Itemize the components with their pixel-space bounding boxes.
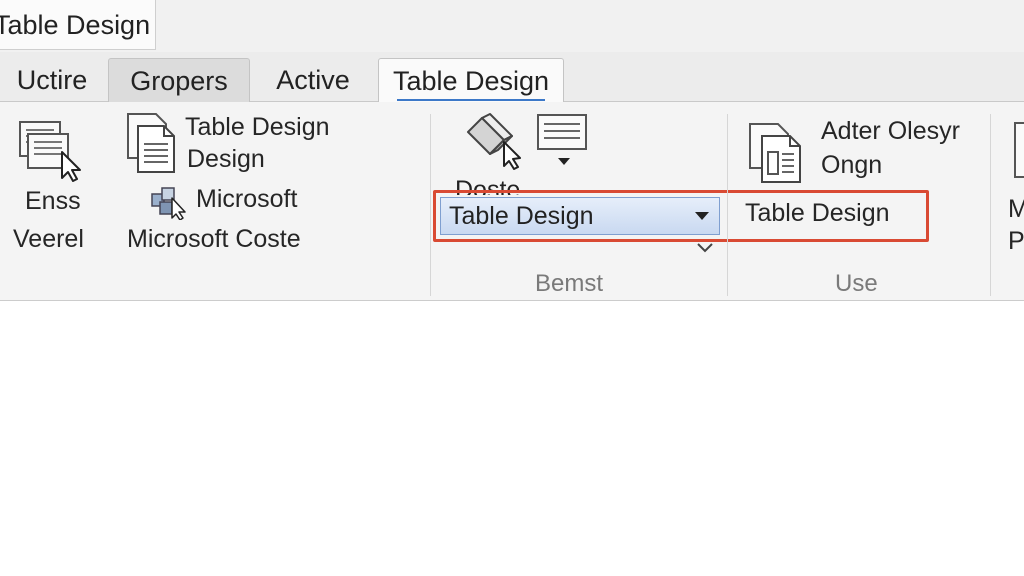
tab-uctire[interactable]: Uctire — [0, 58, 104, 102]
design-label: Design — [187, 145, 265, 173]
ribbon-tab-row: Uctire Gropers Active Table Design — [0, 52, 1024, 103]
microsoft-coste-button[interactable]: Microsoft Coste — [127, 224, 301, 254]
eraser-cursor-icon[interactable] — [464, 112, 524, 170]
adter-olesyr-label: Adter Olesyr — [821, 117, 960, 145]
ribbon: Enss Veerel Table Design Design Microsof… — [0, 102, 1024, 301]
ongn-label: Ongn — [821, 151, 883, 179]
microsoft-label: Microsoft — [196, 185, 298, 213]
document-canvas[interactable] — [0, 301, 1024, 576]
group-divider — [430, 114, 431, 296]
active-tab-indicator — [397, 99, 545, 101]
group-divider — [990, 114, 991, 296]
list-icon — [537, 114, 587, 150]
tab-gropers[interactable]: Gropers — [108, 58, 250, 102]
puzzle-cursor-icon — [151, 187, 186, 220]
edge-label-1: M — [1008, 195, 1024, 223]
group-label-use: Use — [835, 270, 878, 297]
veerel-label: Veerel — [13, 225, 84, 253]
document-icon — [1014, 122, 1024, 178]
caret-down-icon — [558, 158, 570, 165]
group-divider — [727, 114, 728, 296]
highlight-annotation — [433, 190, 929, 242]
documents-icon — [749, 123, 801, 183]
title-bar: Table Design — [0, 0, 1024, 53]
tab-active[interactable]: Active — [256, 58, 370, 102]
tab-table-design-label: Table Design — [392, 66, 550, 96]
document-cursor-icon — [19, 121, 81, 182]
table-design-label: Table Design — [185, 113, 330, 141]
documents-icon — [127, 113, 175, 173]
enss-label: Enss — [25, 187, 81, 215]
group-label-bemst: Bemst — [535, 270, 604, 297]
tab-table-design[interactable]: Table Design — [378, 58, 564, 103]
edge-label-2: P — [1008, 227, 1024, 255]
chevron-down-icon[interactable] — [696, 242, 714, 254]
window-title: Table Design — [0, 0, 156, 50]
app-window: Table Design Uctire Gropers Active Table… — [0, 0, 1024, 576]
